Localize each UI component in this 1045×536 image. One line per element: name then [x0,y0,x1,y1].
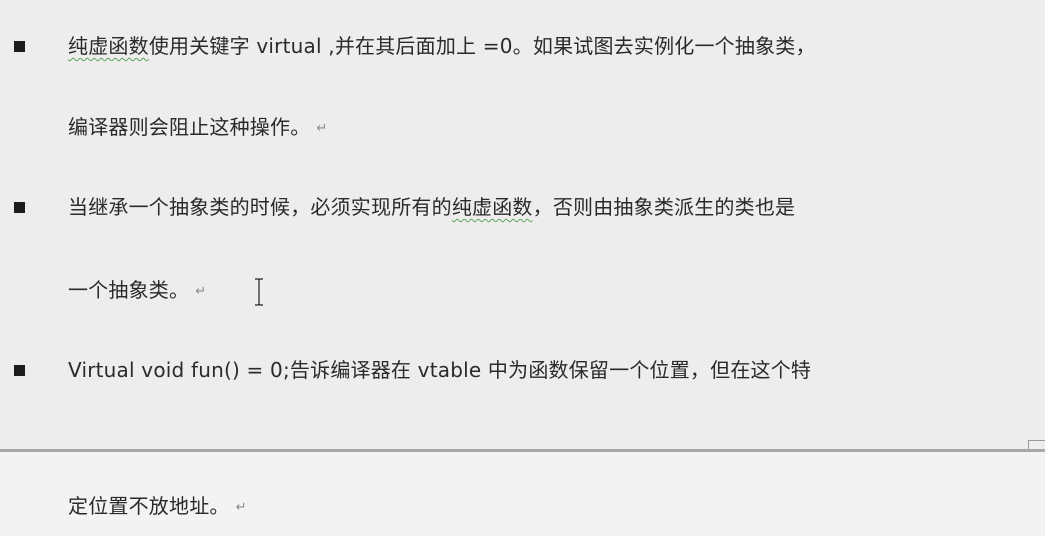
paragraph-mark-icon: ↵ [195,284,207,299]
spellcheck-word: 纯虚函数 [451,195,533,219]
paragraph-2-text: 当继承一个抽象类的时候，必须实现所有的 [68,195,452,219]
paragraph-3-continuation: 定位置不放地址。 [68,494,230,518]
document-page: 纯虚函数使用关键字 virtual ,并在其后面加上 =0。如果试图去实例化一个… [0,0,1045,536]
bullet-square-icon [14,202,25,213]
paragraph-2-line-1[interactable]: 当继承一个抽象类的时候，必须实现所有的纯虚函数，否则由抽象类派生的类也是 [68,194,795,220]
paragraph-1-line-2[interactable]: 编译器则会阻止这种操作。 ↵ [68,114,328,142]
paragraph-3-text: Virtual void fun() = 0;告诉编译器在 vtable 中为函… [68,358,812,382]
spellcheck-word: 纯虚函数 [68,34,149,58]
paragraph-1-text: 使用关键字 virtual ,并在其后面加上 =0。如果试图去实例化一个抽象类， [148,34,816,58]
bullet-square-icon [14,41,25,52]
paragraph-2-text-end: ，否则由抽象类派生的类也是 [532,195,796,219]
bullet-square-icon [14,365,25,376]
paragraph-mark-icon: ↵ [316,121,328,136]
paragraph-1-continuation: 编译器则会阻止这种操作。 [68,115,311,139]
paragraph-3-line-1[interactable]: Virtual void fun() = 0;告诉编译器在 vtable 中为函… [68,357,811,383]
i-beam-cursor-icon [255,278,263,306]
paragraph-3-line-2[interactable]: 定位置不放地址。 ↵ [68,493,247,521]
paragraph-mark-icon: ↵ [235,500,247,515]
paragraph-2-continuation: 一个抽象类。 [68,278,190,302]
paragraph-2-line-2[interactable]: 一个抽象类。 ↵ [68,277,206,305]
paragraph-1-line-1[interactable]: 纯虚函数使用关键字 virtual ,并在其后面加上 =0。如果试图去实例化一个… [68,33,816,59]
